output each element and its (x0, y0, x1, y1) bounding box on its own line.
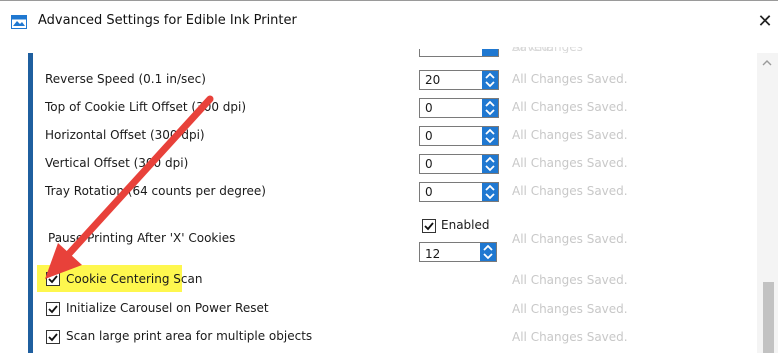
initialize-carousel-label: Initialize Carousel on Power Reset (66, 301, 269, 315)
spin-button[interactable] (482, 127, 498, 145)
checkmark-icon (424, 222, 434, 231)
top-lift-offset-status: All Changes Saved. (512, 100, 628, 114)
window-title: Advanced Settings for Edible Ink Printer (38, 13, 297, 28)
chevron-up-down-icon (485, 100, 495, 116)
checkmark-icon (48, 305, 58, 314)
spin-button[interactable] (480, 243, 496, 261)
partial-status-text: All Changes Saved. (512, 47, 622, 53)
tray-rotation-label: Tray Rotation (64 counts per degree) (45, 184, 266, 198)
scan-large-area-label: Scan large print area for multiple objec… (66, 329, 313, 343)
initialize-carousel-checkbox[interactable] (46, 302, 60, 316)
cookie-centering-label: Cookie Centering Scan (66, 272, 203, 286)
horizontal-offset-status: All Changes Saved. (512, 128, 628, 142)
top-lift-offset-value[interactable]: 0 (425, 101, 433, 115)
reverse-speed-value[interactable]: 20 (425, 73, 440, 87)
title-bar: Advanced Settings for Edible Ink Printer… (0, 1, 778, 39)
partial-spin-box[interactable] (419, 49, 499, 57)
vertical-offset-value[interactable]: 0 (425, 157, 433, 171)
spin-button[interactable] (482, 183, 498, 201)
spin-button[interactable] (482, 99, 498, 117)
reverse-speed-input[interactable]: 20 (419, 70, 499, 90)
vertical-offset-input[interactable]: 0 (419, 154, 499, 174)
tray-rotation-input[interactable]: 0 (419, 182, 499, 202)
scan-large-area-checkbox[interactable] (46, 330, 60, 344)
vertical-offset-status: All Changes Saved. (512, 156, 628, 170)
checkmark-icon (48, 275, 58, 284)
pause-enabled-checkbox[interactable] (422, 219, 436, 233)
close-icon[interactable]: ✕ (752, 9, 778, 35)
reverse-speed-label: Reverse Speed (0.1 in/sec) (45, 72, 206, 86)
vertical-scrollbar[interactable] (757, 53, 778, 353)
spin-button[interactable] (482, 71, 498, 89)
chevron-up-down-icon (485, 184, 495, 200)
reverse-speed-status: All Changes Saved. (512, 72, 628, 86)
tray-rotation-value[interactable]: 0 (425, 185, 433, 199)
pause-printing-label: Pause Printing After 'X' Cookies (48, 231, 236, 245)
top-lift-offset-input[interactable]: 0 (419, 98, 499, 118)
chevron-up-down-icon (485, 128, 495, 144)
scrollbar-thumb[interactable] (763, 282, 774, 353)
chevron-up-down-icon (483, 244, 493, 260)
chevron-up-down-icon (485, 156, 495, 172)
pause-printing-status: All Changes Saved. (512, 232, 628, 246)
section-accent-bar (28, 53, 33, 353)
pause-count-input[interactable]: 12 (419, 242, 497, 262)
checkmark-icon (48, 333, 58, 342)
chevron-up-down-icon (485, 72, 495, 88)
vertical-offset-label: Vertical Offset (300 dpi) (45, 156, 189, 170)
horizontal-offset-value[interactable]: 0 (425, 129, 433, 143)
settings-window: Advanced Settings for Edible Ink Printer… (0, 0, 778, 353)
spin-button[interactable] (482, 155, 498, 173)
cookie-centering-checkbox[interactable] (46, 272, 60, 286)
scroll-up-icon[interactable] (762, 59, 772, 67)
top-lift-offset-label: Top of Cookie Lift Offset (300 dpi) (45, 100, 247, 114)
pause-enabled-label: Enabled (441, 218, 490, 232)
scan-large-area-status: All Changes Saved. (512, 330, 628, 344)
horizontal-offset-input[interactable]: 0 (419, 126, 499, 146)
horizontal-offset-label: Horizontal Offset (300 dpi) (45, 128, 205, 142)
cookie-centering-status: All Changes Saved. (512, 273, 628, 287)
tray-rotation-status: All Changes Saved. (512, 184, 628, 198)
pause-count-value[interactable]: 12 (425, 247, 440, 261)
app-window-icon (11, 15, 27, 29)
initialize-carousel-status: All Changes Saved. (512, 302, 628, 316)
